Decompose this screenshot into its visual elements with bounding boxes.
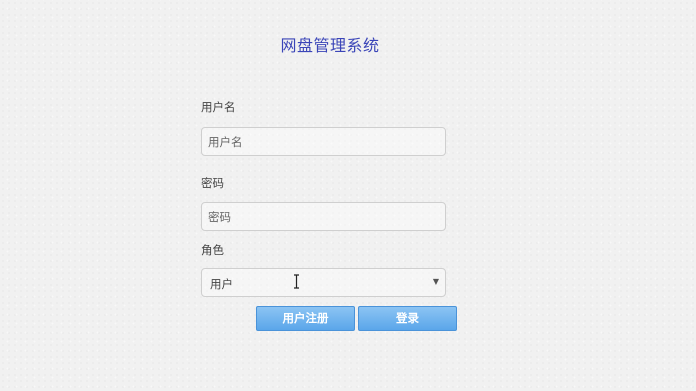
password-input[interactable] xyxy=(201,202,446,231)
text-cursor-icon xyxy=(294,274,299,289)
role-select[interactable]: 用户 ▼ xyxy=(201,268,446,297)
role-label: 角色 xyxy=(201,243,224,257)
username-input[interactable] xyxy=(201,127,446,156)
username-label: 用户名 xyxy=(201,100,236,114)
role-select-value: 用户 xyxy=(210,277,233,291)
chevron-down-icon: ▼ xyxy=(432,277,439,286)
page-title: 网盘管理系统 xyxy=(280,36,380,55)
login-button[interactable]: 登录 xyxy=(358,306,457,331)
register-button[interactable]: 用户注册 xyxy=(256,306,355,331)
password-label: 密码 xyxy=(201,176,224,190)
